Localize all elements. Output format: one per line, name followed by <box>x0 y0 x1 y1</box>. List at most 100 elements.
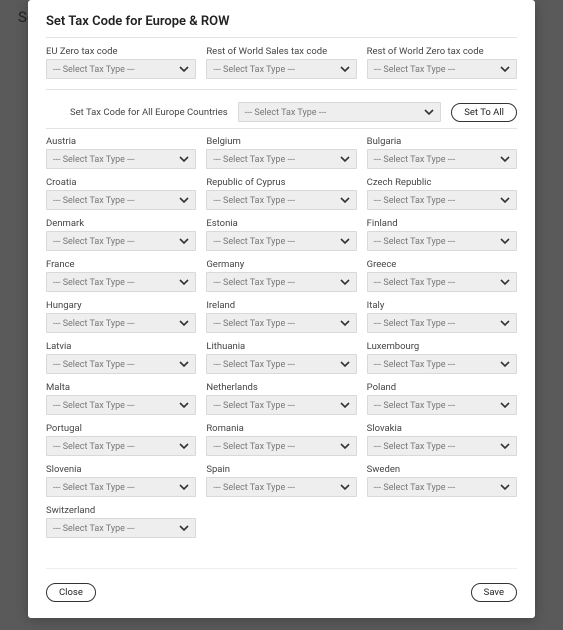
select-placeholder: --- Select Tax Type --- <box>374 65 456 75</box>
country-label: Croatia <box>46 177 196 188</box>
country-select-france[interactable]: --- Select Tax Type --- <box>46 272 196 292</box>
country-select-greece[interactable]: --- Select Tax Type --- <box>367 272 517 292</box>
country-select-luxembourg[interactable]: --- Select Tax Type --- <box>367 354 517 374</box>
chevron-down-icon <box>179 195 189 205</box>
chevron-down-icon <box>500 277 510 287</box>
country-select-italy[interactable]: --- Select Tax Type --- <box>367 313 517 333</box>
divider <box>46 128 517 129</box>
country-select-netherlands[interactable]: --- Select Tax Type --- <box>206 395 356 415</box>
set-all-select[interactable]: --- Select Tax Type --- <box>238 102 442 122</box>
row-zero-label: Rest of World Zero tax code <box>367 46 517 57</box>
chevron-down-icon <box>340 441 350 451</box>
chevron-down-icon <box>179 318 189 328</box>
chevron-down-icon <box>179 482 189 492</box>
select-placeholder: --- Select Tax Type --- <box>213 360 295 370</box>
country-label: Slovenia <box>46 464 196 475</box>
country-row: Switzerland--- Select Tax Type ---.... <box>46 502 517 538</box>
country-select-austria[interactable]: --- Select Tax Type --- <box>46 149 196 169</box>
country-row: Malta--- Select Tax Type ---Netherlands-… <box>46 379 517 415</box>
select-placeholder: --- Select Tax Type --- <box>374 155 456 165</box>
country-select-estonia[interactable]: --- Select Tax Type --- <box>206 231 356 251</box>
select-placeholder: --- Select Tax Type --- <box>53 442 135 452</box>
chevron-down-icon <box>500 482 510 492</box>
set-to-all-button[interactable]: Set To All <box>451 103 517 122</box>
country-select-bulgaria[interactable]: --- Select Tax Type --- <box>367 149 517 169</box>
country-select-republic-of-cyprus[interactable]: --- Select Tax Type --- <box>206 190 356 210</box>
country-select-spain[interactable]: --- Select Tax Type --- <box>206 477 356 497</box>
divider <box>46 37 517 38</box>
country-select-denmark[interactable]: --- Select Tax Type --- <box>46 231 196 251</box>
chevron-down-icon <box>340 359 350 369</box>
country-row: Denmark--- Select Tax Type ---Estonia---… <box>46 215 517 251</box>
select-placeholder: --- Select Tax Type --- <box>374 401 456 411</box>
chevron-down-icon <box>424 107 434 117</box>
country-select-romania[interactable]: --- Select Tax Type --- <box>206 436 356 456</box>
country-label: Finland <box>367 218 517 229</box>
select-placeholder: --- Select Tax Type --- <box>374 483 456 493</box>
select-placeholder: --- Select Tax Type --- <box>374 442 456 452</box>
select-placeholder: --- Select Tax Type --- <box>213 65 295 75</box>
chevron-down-icon <box>179 523 189 533</box>
country-label: Portugal <box>46 423 196 434</box>
country-label: Netherlands <box>206 382 356 393</box>
chevron-down-icon <box>500 195 510 205</box>
chevron-down-icon <box>179 277 189 287</box>
chevron-down-icon <box>179 236 189 246</box>
country-row: Croatia--- Select Tax Type ---Republic o… <box>46 174 517 210</box>
select-placeholder: --- Select Tax Type --- <box>374 278 456 288</box>
country-select-slovenia[interactable]: --- Select Tax Type --- <box>46 477 196 497</box>
eu-zero-select[interactable]: --- Select Tax Type --- <box>46 59 196 79</box>
country-select-czech-republic[interactable]: --- Select Tax Type --- <box>367 190 517 210</box>
top-selects-row: EU Zero tax code --- Select Tax Type ---… <box>46 46 517 79</box>
countries-grid: Austria--- Select Tax Type ---Belgium---… <box>46 133 517 564</box>
country-select-lithuania[interactable]: --- Select Tax Type --- <box>206 354 356 374</box>
select-placeholder: --- Select Tax Type --- <box>53 65 135 75</box>
country-label: Czech Republic <box>367 177 517 188</box>
save-button[interactable]: Save <box>471 583 517 602</box>
country-label: Ireland <box>206 300 356 311</box>
chevron-down-icon <box>340 236 350 246</box>
tax-code-modal: Set Tax Code for Europe & ROW EU Zero ta… <box>28 0 535 618</box>
chevron-down-icon <box>500 441 510 451</box>
select-placeholder: --- Select Tax Type --- <box>213 196 295 206</box>
country-label: Slovakia <box>367 423 517 434</box>
close-button[interactable]: Close <box>46 583 96 602</box>
country-select-belgium[interactable]: --- Select Tax Type --- <box>206 149 356 169</box>
country-select-switzerland[interactable]: --- Select Tax Type --- <box>46 518 196 538</box>
row-sales-select[interactable]: --- Select Tax Type --- <box>206 59 356 79</box>
select-placeholder: --- Select Tax Type --- <box>245 108 327 118</box>
select-placeholder: --- Select Tax Type --- <box>53 278 135 288</box>
select-placeholder: --- Select Tax Type --- <box>53 319 135 329</box>
country-select-malta[interactable]: --- Select Tax Type --- <box>46 395 196 415</box>
country-row: Slovenia--- Select Tax Type ---Spain--- … <box>46 461 517 497</box>
chevron-down-icon <box>340 195 350 205</box>
country-select-portugal[interactable]: --- Select Tax Type --- <box>46 436 196 456</box>
set-all-label: Set Tax Code for All Europe Countries <box>70 107 228 118</box>
country-select-hungary[interactable]: --- Select Tax Type --- <box>46 313 196 333</box>
select-placeholder: --- Select Tax Type --- <box>213 442 295 452</box>
select-placeholder: --- Select Tax Type --- <box>213 483 295 493</box>
chevron-down-icon <box>500 359 510 369</box>
country-label: Luxembourg <box>367 341 517 352</box>
select-placeholder: --- Select Tax Type --- <box>53 401 135 411</box>
country-row: Latvia--- Select Tax Type ---Lithuania--… <box>46 338 517 374</box>
country-select-sweden[interactable]: --- Select Tax Type --- <box>367 477 517 497</box>
chevron-down-icon <box>340 400 350 410</box>
country-label: Switzerland <box>46 505 196 516</box>
country-select-latvia[interactable]: --- Select Tax Type --- <box>46 354 196 374</box>
country-select-poland[interactable]: --- Select Tax Type --- <box>367 395 517 415</box>
country-label: Italy <box>367 300 517 311</box>
chevron-down-icon <box>500 400 510 410</box>
country-select-slovakia[interactable]: --- Select Tax Type --- <box>367 436 517 456</box>
select-placeholder: --- Select Tax Type --- <box>53 360 135 370</box>
select-placeholder: --- Select Tax Type --- <box>53 483 135 493</box>
divider <box>46 89 517 90</box>
select-placeholder: --- Select Tax Type --- <box>213 319 295 329</box>
country-select-finland[interactable]: --- Select Tax Type --- <box>367 231 517 251</box>
country-label: Romania <box>206 423 356 434</box>
country-select-ireland[interactable]: --- Select Tax Type --- <box>206 313 356 333</box>
select-placeholder: --- Select Tax Type --- <box>374 360 456 370</box>
country-select-croatia[interactable]: --- Select Tax Type --- <box>46 190 196 210</box>
row-zero-select[interactable]: --- Select Tax Type --- <box>367 59 517 79</box>
country-select-germany[interactable]: --- Select Tax Type --- <box>206 272 356 292</box>
